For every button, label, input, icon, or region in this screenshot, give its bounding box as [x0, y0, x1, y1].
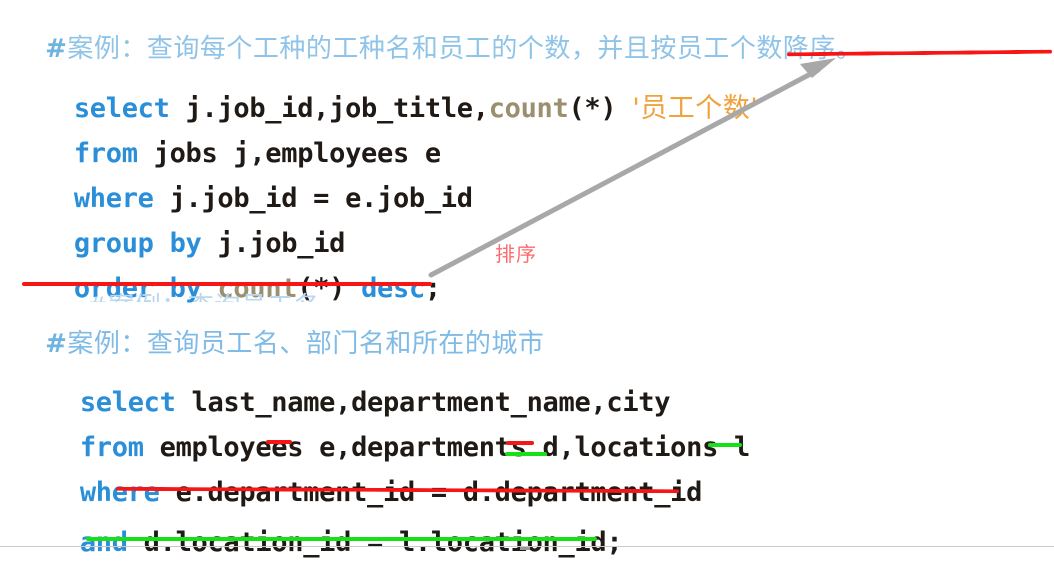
query-two-comment-text: 案例：查询员工名、部门名和所在的城市: [67, 329, 545, 359]
underline-and-join-condition: [86, 537, 597, 541]
underline-alias-e: [266, 440, 292, 444]
comment-hash-icon: #: [45, 329, 68, 359]
underline-order-by-clause: [22, 282, 432, 286]
sort-annotation-label: 排序: [495, 242, 537, 266]
and-condition: d.location_id = l.location_id;: [127, 527, 623, 558]
count-args: (*): [568, 93, 617, 124]
underline-alias-l-green: [708, 443, 742, 447]
query-one-comment-text: 案例：查询每个工种的工种名和员工的个数，并且按员工个数降序。: [67, 34, 863, 64]
statement-terminator: ;: [424, 273, 441, 304]
code-canvas: #案例：查询每个工种的工种名和员工的个数，并且按员工个数降序。 select j…: [0, 0, 1054, 556]
column-alias-literal: '员工个数': [632, 93, 759, 124]
clipped-text-remnant: #案例：查询员工名: [86, 286, 416, 302]
kw-and: and: [79, 527, 128, 558]
query-two-and-line: and d.location_id = l.location_id;: [16, 502, 623, 583]
underline-alias-d: [506, 441, 534, 445]
underline-alias-d-green: [505, 452, 547, 456]
fn-count: count: [488, 93, 569, 124]
comment-hash-icon: #: [45, 34, 68, 64]
